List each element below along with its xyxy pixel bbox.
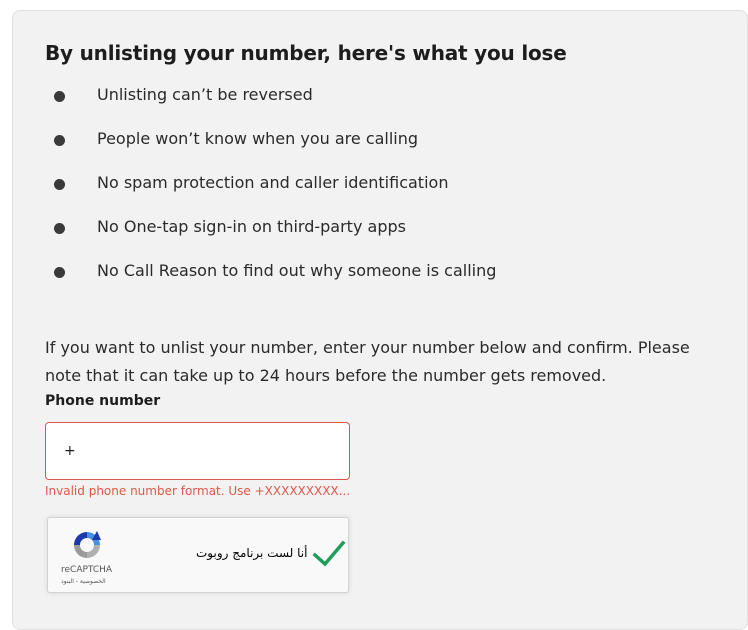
info-text: If you want to unlist your number, enter… <box>45 338 690 385</box>
unlist-card: By unlisting your number, here's what yo… <box>12 10 748 630</box>
recaptcha-logo-icon <box>74 531 101 558</box>
bullet-icon <box>54 223 65 234</box>
loss-text: People won’t know when you are calling <box>97 129 419 148</box>
recaptcha-links[interactable]: الخصوصية - البنود <box>61 578 106 585</box>
list-item: No One-tap sign-in on third-party apps <box>13 217 613 261</box>
section-title: By unlisting your number, here's what yo… <box>45 41 567 65</box>
phone-error-message: Invalid phone number format. Use +XXXXXX… <box>45 484 351 498</box>
bullet-icon <box>54 135 65 146</box>
bullet-icon <box>54 91 65 102</box>
list-item: People won’t know when you are calling <box>13 129 613 173</box>
loss-text: Unlisting can’t be reversed <box>97 85 313 104</box>
loss-text: No One-tap sign-in on third-party apps <box>97 217 406 236</box>
bullet-icon <box>54 267 65 278</box>
phone-label: Phone number <box>45 393 161 409</box>
list-item: Unlisting can’t be reversed <box>13 85 613 129</box>
list-item: No Call Reason to find out why someone i… <box>13 261 613 305</box>
list-item: No spam protection and caller identifica… <box>13 173 613 217</box>
recaptcha-brand: reCAPTCHA <box>61 565 113 575</box>
recaptcha-label: أنا لست برنامج روبوت <box>196 546 308 560</box>
bullet-icon <box>54 179 65 190</box>
loss-text: No spam protection and caller identifica… <box>97 173 449 192</box>
loss-list: Unlisting can’t be reversed People won’t… <box>13 85 613 305</box>
phone-number-input[interactable] <box>45 422 350 480</box>
recaptcha-widget: أنا لست برنامج روبوت reCAPTCHA الخصوصية … <box>47 517 349 593</box>
recaptcha-checkmark-icon[interactable] <box>312 538 346 570</box>
loss-text: No Call Reason to find out why someone i… <box>97 261 497 280</box>
